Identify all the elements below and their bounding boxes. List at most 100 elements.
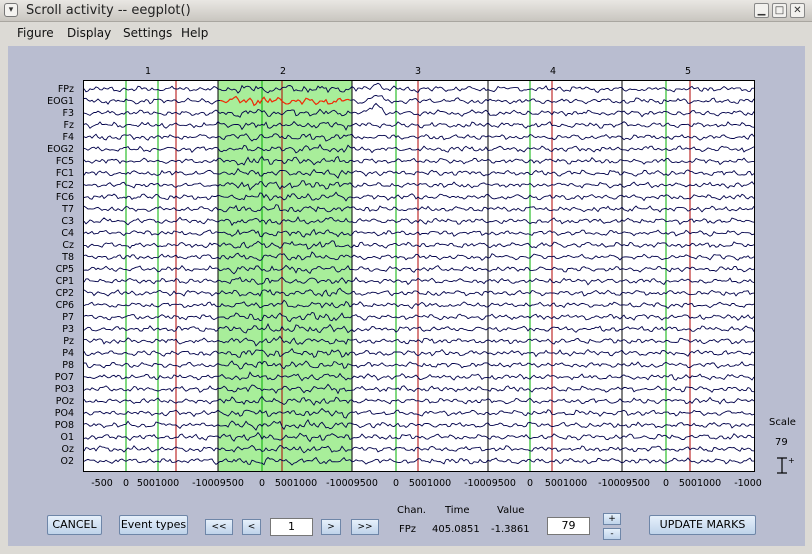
channel-trace <box>84 407 754 419</box>
channel-label: Cz <box>62 240 74 251</box>
time-readout: 405.0851 <box>432 524 480 535</box>
channel-trace <box>84 102 754 118</box>
next-button[interactable]: > <box>321 519 341 535</box>
scale-value: 79 <box>775 437 788 448</box>
channel-trace <box>84 155 754 166</box>
time-tick-label: -500 <box>91 478 113 489</box>
channel-trace <box>84 143 754 154</box>
time-tick-label: 5001000 <box>136 478 180 489</box>
channel-label: F4 <box>62 132 74 143</box>
channel-label: T8 <box>62 252 74 263</box>
channel-trace <box>84 335 754 347</box>
time-tick-label: 0 <box>258 478 266 489</box>
channel-label: Oz <box>61 444 74 455</box>
menu-display[interactable]: Display <box>67 26 111 40</box>
time-tick-label: 0 <box>392 478 400 489</box>
channel-trace <box>84 360 754 370</box>
prev-button[interactable]: < <box>242 519 261 535</box>
channel-label: O1 <box>60 432 74 443</box>
channel-label: CP6 <box>55 300 74 311</box>
channel-label: CP5 <box>55 264 74 275</box>
window-menu-icon[interactable]: ▾ <box>4 3 18 17</box>
time-tick-label: 0 <box>662 478 670 489</box>
scale-increase-button[interactable]: + <box>603 513 621 525</box>
channel-label: FC1 <box>55 168 74 179</box>
menu-figure[interactable]: Figure <box>17 26 54 40</box>
event-types-button[interactable]: Event types <box>119 515 188 535</box>
channel-trace <box>84 347 754 359</box>
channel-trace <box>84 82 754 94</box>
channel-label: CP2 <box>55 288 74 299</box>
menu-help[interactable]: Help <box>181 26 208 40</box>
cancel-button[interactable]: CANCEL <box>47 515 102 535</box>
menu-bar: Figure Display Settings Help <box>0 22 812 44</box>
prev-page-button[interactable]: << <box>205 519 233 535</box>
time-tick-label: 5001000 <box>678 478 722 489</box>
epoch-number: 4 <box>550 66 557 77</box>
time-tick-label: -10009500 <box>464 478 516 489</box>
channel-trace <box>84 431 754 443</box>
maximize-icon[interactable]: □ <box>772 3 787 18</box>
channel-trace <box>84 276 754 286</box>
chan-header: Chan. <box>397 505 426 516</box>
channel-trace <box>84 120 754 131</box>
value-header: Value <box>497 505 525 516</box>
channel-label: EOG1 <box>47 96 74 107</box>
channel-label: P8 <box>62 360 74 371</box>
channel-label: F3 <box>62 108 74 119</box>
next-page-button[interactable]: >> <box>351 519 379 535</box>
channel-trace <box>84 228 754 238</box>
scale-bar-icon: + <box>777 456 794 474</box>
channel-label: T7 <box>62 204 74 215</box>
channel-trace <box>84 323 754 334</box>
epoch-input[interactable]: 1 <box>270 518 313 536</box>
epoch-number: 1 <box>145 66 152 77</box>
channel-label: P7 <box>62 312 74 323</box>
eeg-traces[interactable] <box>84 81 754 471</box>
channel-trace <box>84 383 754 395</box>
svg-text:+: + <box>788 456 794 465</box>
channel-label: CP1 <box>55 276 74 287</box>
channel-trace <box>84 167 754 179</box>
time-tick-label: 5001000 <box>408 478 452 489</box>
channel-trace <box>84 444 754 454</box>
minimize-icon[interactable]: ▁ <box>754 3 769 18</box>
epoch-number: 5 <box>685 66 692 77</box>
time-tick-label: -10009500 <box>192 478 244 489</box>
channel-trace <box>84 264 754 275</box>
channel-label: O2 <box>60 456 74 467</box>
channel-label: PO3 <box>54 384 74 395</box>
scale-decrease-button[interactable]: - <box>603 528 621 540</box>
channel-label: C3 <box>61 216 74 227</box>
channel-label: P4 <box>62 348 74 359</box>
channel-label: Fz <box>63 120 74 131</box>
time-header: Time <box>445 505 470 516</box>
update-marks-button[interactable]: UPDATE MARKS <box>649 515 756 535</box>
time-tick-label: -1000 <box>734 478 762 489</box>
close-icon[interactable]: ✕ <box>790 3 805 18</box>
channel-label: FPz <box>57 84 74 95</box>
time-tick-label: -10009500 <box>598 478 650 489</box>
channel-label: POz <box>55 396 74 407</box>
channel-trace <box>84 191 754 202</box>
menu-settings[interactable]: Settings <box>123 26 172 40</box>
title-bar: ▾ Scroll activity -- eegplot() ▁ □ ✕ <box>0 0 812 22</box>
channel-trace <box>84 395 754 406</box>
channel-trace <box>84 240 754 250</box>
chan-readout: FPz <box>399 524 417 535</box>
time-tick-label: 5001000 <box>274 478 318 489</box>
scale-input[interactable]: 79 <box>547 517 590 535</box>
channel-label: EOG2 <box>47 144 74 155</box>
time-tick-label: -10009500 <box>326 478 378 489</box>
channel-trace <box>84 204 754 213</box>
channel-trace <box>84 216 754 227</box>
time-tick-label: 5001000 <box>544 478 588 489</box>
window-title: Scroll activity -- eegplot() <box>26 3 191 18</box>
eeg-plot-area[interactable] <box>83 80 755 472</box>
channel-trace <box>84 251 754 261</box>
channel-label: PO4 <box>54 408 74 419</box>
channel-trace <box>84 94 754 107</box>
channel-label: FC6 <box>55 192 74 203</box>
channel-label: PO7 <box>54 372 74 383</box>
channel-label: Pz <box>63 336 74 347</box>
